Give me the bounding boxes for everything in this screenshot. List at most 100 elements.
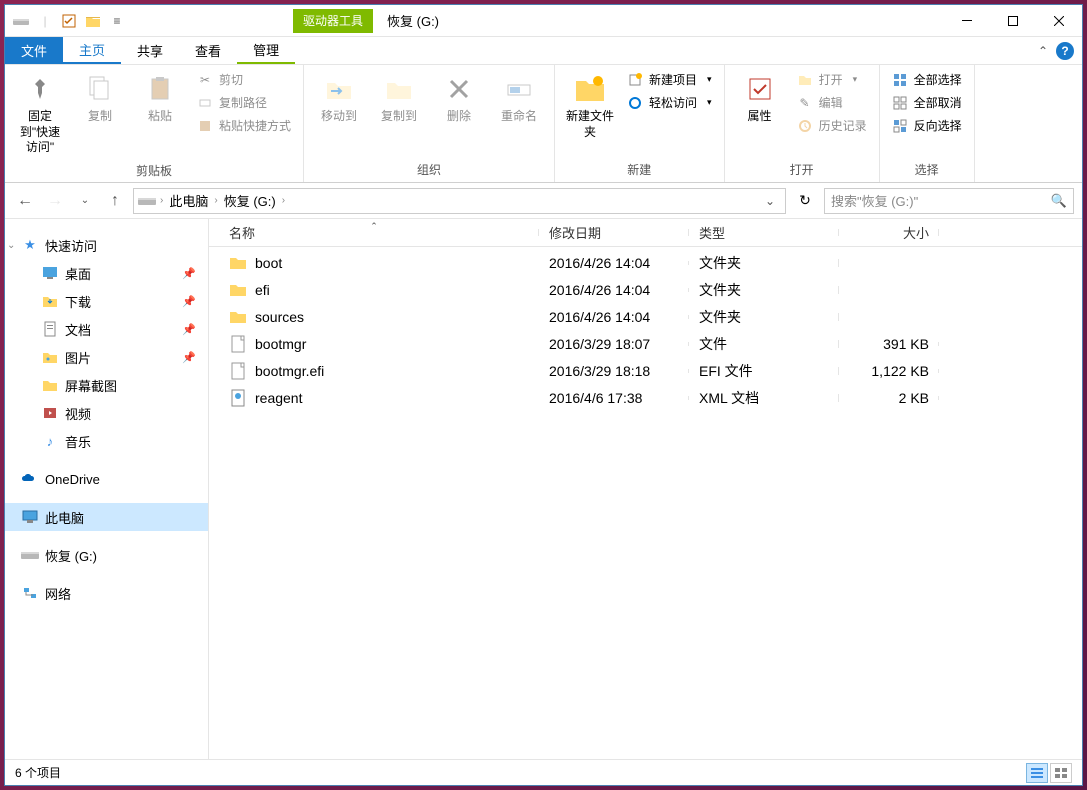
maximize-button[interactable]	[990, 6, 1036, 36]
drive-icon	[21, 546, 39, 564]
sidebar-videos[interactable]: 视频	[5, 399, 208, 427]
breadcrumb-separator[interactable]: ›	[160, 195, 163, 206]
drive-icon	[11, 11, 31, 31]
edit-button[interactable]: ✎编辑	[793, 92, 871, 113]
file-icon	[229, 308, 247, 326]
new-label: 新建	[563, 159, 716, 180]
folder-qat-icon[interactable]	[83, 11, 103, 31]
paste-shortcut-button[interactable]: 粘贴快捷方式	[193, 115, 295, 136]
copy-button[interactable]: 复制	[73, 69, 127, 129]
sidebar-onedrive[interactable]: OneDrive	[5, 465, 208, 493]
sidebar-downloads[interactable]: 下载📌	[5, 287, 208, 315]
new-folder-button[interactable]: 新建文件夹	[563, 69, 617, 144]
select-none-icon	[892, 95, 908, 111]
new-item-button[interactable]: 新建项目▾	[623, 69, 716, 90]
select-all-button[interactable]: 全部选择	[888, 69, 966, 90]
tab-share[interactable]: 共享	[121, 37, 179, 64]
file-date: 2016/3/29 18:07	[539, 336, 689, 352]
recent-dropdown[interactable]: ⌄	[73, 189, 97, 213]
address-bar[interactable]: › 此电脑 › 恢复 (G:) › ⌄	[133, 188, 786, 214]
column-size[interactable]: 大小	[839, 223, 939, 242]
copy-to-button[interactable]: 复制到	[372, 69, 426, 129]
icons-view-button[interactable]	[1050, 763, 1072, 783]
invert-selection-button[interactable]: 反向选择	[888, 115, 966, 136]
paste-button[interactable]: 粘贴	[133, 69, 187, 129]
pin-icon: 📌	[182, 295, 196, 308]
sidebar-quick-access[interactable]: ⌄★快速访问	[5, 231, 208, 259]
tab-home[interactable]: 主页	[63, 37, 121, 64]
this-pc-icon	[21, 508, 39, 526]
breadcrumb-separator[interactable]: ›	[282, 195, 285, 206]
address-dropdown-icon[interactable]: ⌄	[759, 194, 781, 208]
sidebar-desktop[interactable]: 桌面📌	[5, 259, 208, 287]
file-date: 2016/4/26 14:04	[539, 309, 689, 325]
rename-button[interactable]: 重命名	[492, 69, 546, 129]
search-box[interactable]: 搜索"恢复 (G:)" 🔍	[824, 188, 1074, 214]
select-none-button[interactable]: 全部取消	[888, 92, 966, 113]
details-view-button[interactable]	[1026, 763, 1048, 783]
select-all-icon	[892, 72, 908, 88]
status-bar: 6 个项目	[5, 759, 1082, 785]
easy-access-button[interactable]: 轻松访问▾	[623, 92, 716, 113]
sidebar-documents[interactable]: 文档📌	[5, 315, 208, 343]
open-button[interactable]: 打开▾	[793, 69, 871, 90]
file-row[interactable]: bootmgr.efi2016/3/29 18:18EFI 文件1,122 KB	[209, 357, 1082, 384]
ribbon: 固定到"快速访问" 复制 粘贴 ✂剪切 复制路径 粘贴快捷方式 剪贴板	[5, 65, 1082, 183]
file-rows: boot2016/4/26 14:04文件夹efi2016/4/26 14:04…	[209, 247, 1082, 759]
pin-icon: 📌	[182, 351, 196, 364]
close-button[interactable]	[1036, 6, 1082, 36]
breadcrumb-drive[interactable]: 恢复 (G:)	[222, 191, 278, 210]
minimize-button[interactable]	[944, 6, 990, 36]
breadcrumb-this-pc[interactable]: 此电脑	[167, 191, 210, 210]
help-icon[interactable]: ?	[1056, 42, 1074, 60]
file-size: 391 KB	[839, 336, 939, 352]
file-size: 2 KB	[839, 390, 939, 406]
breadcrumb-separator[interactable]: ›	[214, 195, 217, 206]
cut-button[interactable]: ✂剪切	[193, 69, 295, 90]
tab-view[interactable]: 查看	[179, 37, 237, 64]
back-button[interactable]: ←	[13, 189, 37, 213]
sidebar-screenshots[interactable]: 屏幕截图	[5, 371, 208, 399]
move-to-icon	[323, 73, 355, 105]
sidebar-recovery-drive[interactable]: 恢复 (G:)	[5, 541, 208, 569]
sidebar-music[interactable]: ♪音乐	[5, 427, 208, 455]
file-row[interactable]: reagent2016/4/6 17:38XML 文档2 KB	[209, 384, 1082, 411]
history-button[interactable]: 历史记录	[793, 115, 871, 136]
refresh-button[interactable]: ↻	[792, 188, 818, 214]
collapse-ribbon-icon[interactable]: ⌃	[1038, 44, 1048, 58]
sidebar-network[interactable]: 网络	[5, 579, 208, 607]
tab-manage[interactable]: 管理	[237, 37, 295, 64]
file-row[interactable]: bootmgr2016/3/29 18:07文件391 KB	[209, 330, 1082, 357]
sidebar-pictures[interactable]: 图片📌	[5, 343, 208, 371]
sort-indicator-icon: ⌃	[370, 221, 378, 232]
file-row[interactable]: sources2016/4/26 14:04文件夹	[209, 303, 1082, 330]
navigation-bar: ← → ⌄ ↑ › 此电脑 › 恢复 (G:) › ⌄ ↻ 搜索"恢复 (G:)…	[5, 183, 1082, 219]
column-date[interactable]: 修改日期	[539, 223, 689, 242]
properties-icon[interactable]	[59, 11, 79, 31]
qat-dropdown-icon[interactable]: ≡	[107, 11, 127, 31]
delete-icon	[443, 73, 475, 105]
ribbon-group-select: 全部选择 全部取消 反向选择 选择	[880, 65, 975, 182]
ribbon-group-open: 属性 打开▾ ✎编辑 历史记录 打开	[725, 65, 880, 182]
edit-icon: ✎	[797, 95, 813, 111]
file-row[interactable]: efi2016/4/26 14:04文件夹	[209, 276, 1082, 303]
copy-path-button[interactable]: 复制路径	[193, 92, 295, 113]
copy-icon	[84, 73, 116, 105]
sidebar-this-pc[interactable]: 此电脑	[5, 503, 208, 531]
column-name[interactable]: ⌃名称	[209, 223, 539, 242]
up-button[interactable]: ↑	[103, 189, 127, 213]
quick-access-toolbar: | ≡	[5, 11, 133, 31]
delete-button[interactable]: 删除	[432, 69, 486, 129]
window-title: 恢复 (G:)	[373, 11, 453, 30]
select-label: 选择	[888, 159, 966, 180]
file-type: EFI 文件	[689, 361, 839, 381]
column-type[interactable]: 类型	[689, 223, 839, 242]
pin-quick-access-button[interactable]: 固定到"快速访问"	[13, 69, 67, 160]
move-to-button[interactable]: 移动到	[312, 69, 366, 129]
file-row[interactable]: boot2016/4/26 14:04文件夹	[209, 249, 1082, 276]
file-icon	[229, 362, 247, 380]
properties-button[interactable]: 属性	[733, 69, 787, 129]
search-icon: 🔍	[1051, 193, 1067, 209]
context-tab: 驱动器工具	[293, 9, 373, 33]
tab-file[interactable]: 文件	[5, 37, 63, 64]
